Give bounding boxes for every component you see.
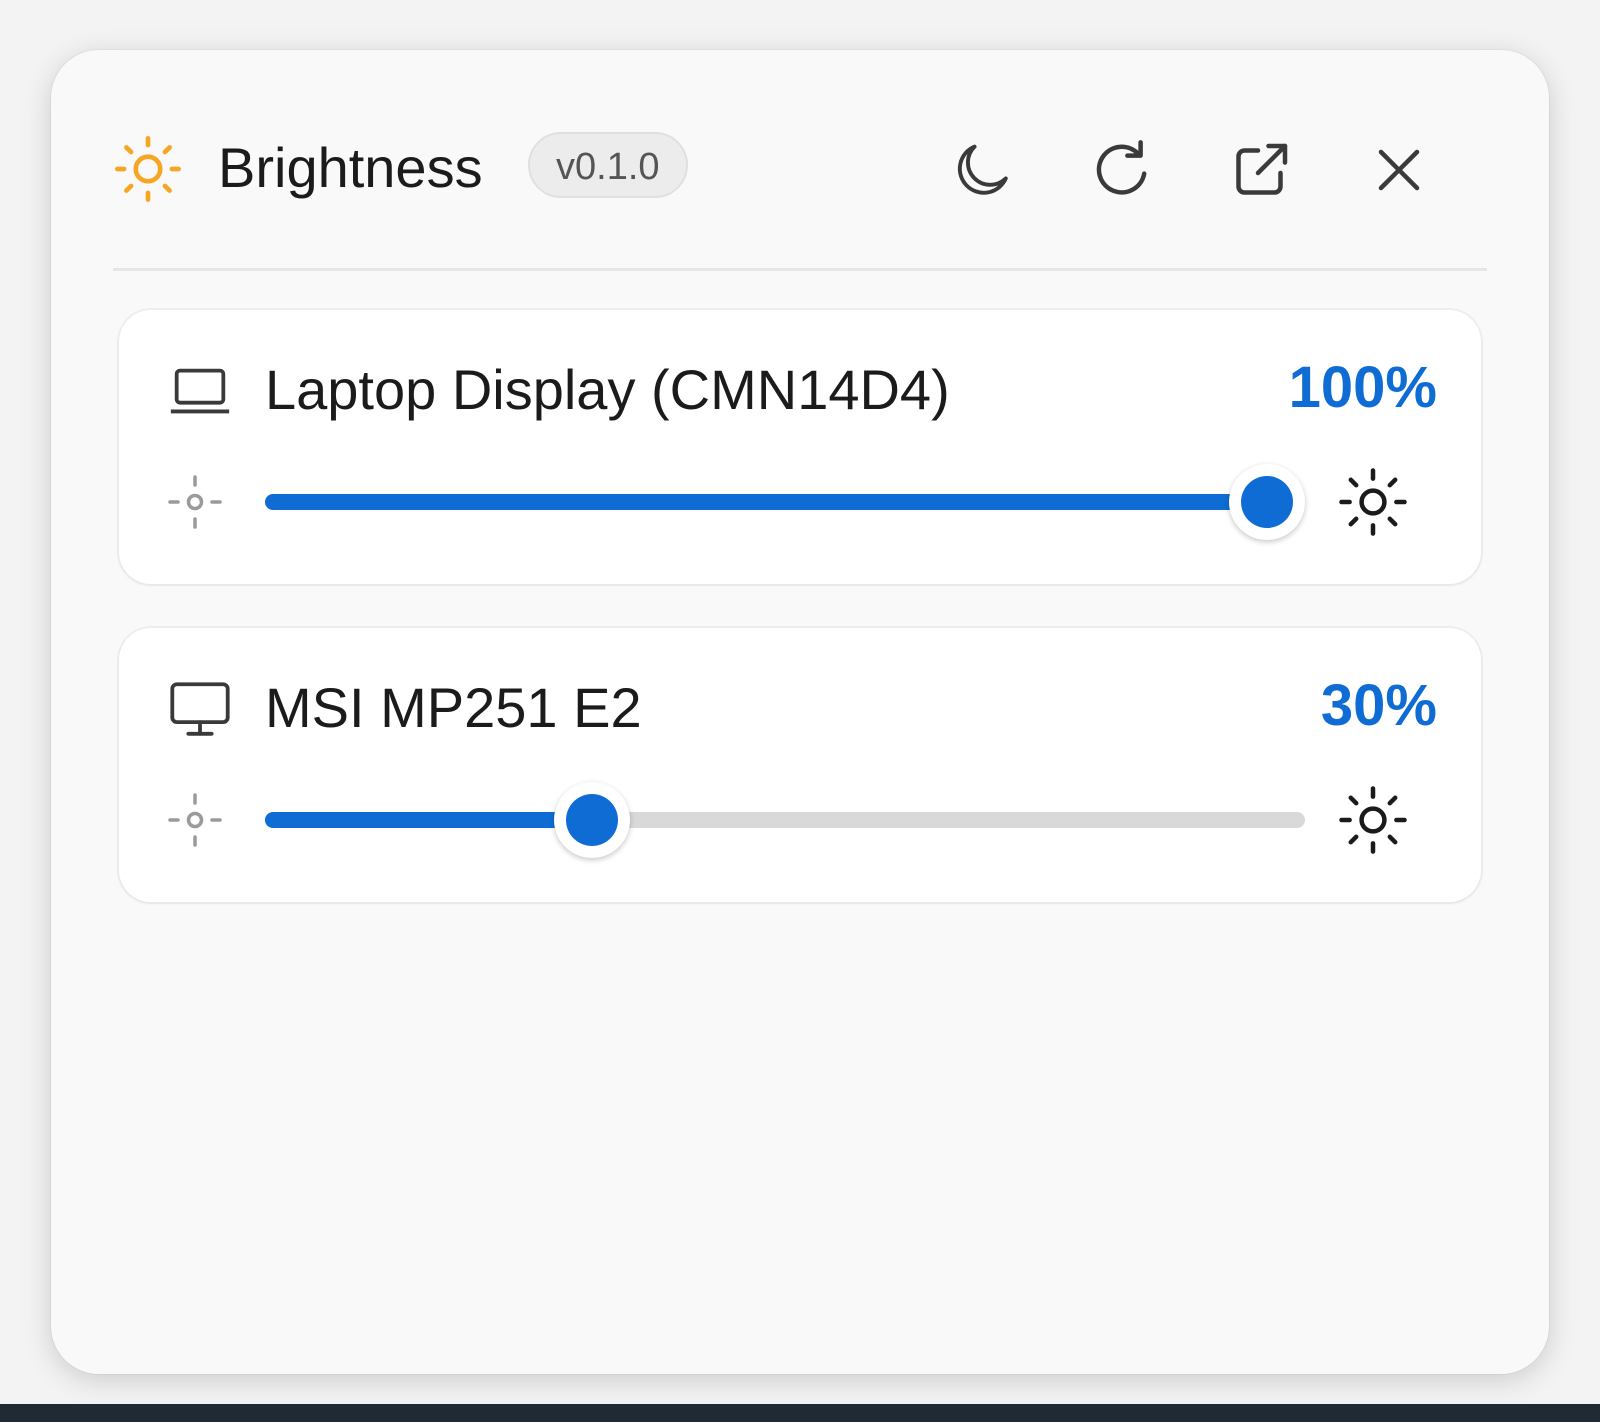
- brightness-slider[interactable]: [265, 464, 1305, 540]
- night-mode-button[interactable]: [941, 128, 1025, 212]
- moon-icon: [957, 144, 1008, 195]
- display-name: MSI MP251 E2: [265, 676, 642, 739]
- panel-header: Brightness v0.1.0: [113, 120, 1487, 216]
- close-button[interactable]: [1357, 128, 1441, 212]
- display-card-laptop: Laptop Display (CMN14D4) 100%: [119, 310, 1481, 584]
- display-name: Laptop Display (CMN14D4): [265, 358, 950, 421]
- external-link-icon: [1236, 143, 1288, 195]
- slider-fill: [265, 494, 1267, 510]
- close-icon: [1378, 149, 1420, 191]
- brightness-high-icon: [1339, 786, 1407, 854]
- taskbar: [0, 1404, 1600, 1422]
- laptop-icon: [170, 368, 230, 414]
- refresh-icon: [1096, 140, 1147, 195]
- brightness-high-icon: [1339, 468, 1407, 536]
- monitor-icon: [170, 682, 230, 736]
- header-divider: [113, 268, 1487, 271]
- brightness-slider[interactable]: [265, 782, 1305, 858]
- brightness-value: 100%: [1288, 355, 1437, 420]
- slider-thumb[interactable]: [554, 782, 631, 858]
- brightness-low-icon: [168, 793, 222, 847]
- slider-fill: [265, 812, 593, 828]
- brightness-low-icon: [168, 475, 222, 529]
- version-badge: v0.1.0: [528, 132, 688, 198]
- brightness-panel: Brightness v0.1.0 Laptop Display (CMN14D…: [51, 50, 1549, 1374]
- display-card-msi: MSI MP251 E2 30%: [119, 628, 1481, 902]
- pop-out-button[interactable]: [1219, 128, 1303, 212]
- sun-icon: [115, 136, 181, 202]
- brightness-value: 30%: [1320, 673, 1437, 738]
- refresh-button[interactable]: [1080, 128, 1164, 212]
- slider-thumb[interactable]: [1229, 464, 1305, 540]
- app-title: Brightness: [218, 136, 483, 199]
